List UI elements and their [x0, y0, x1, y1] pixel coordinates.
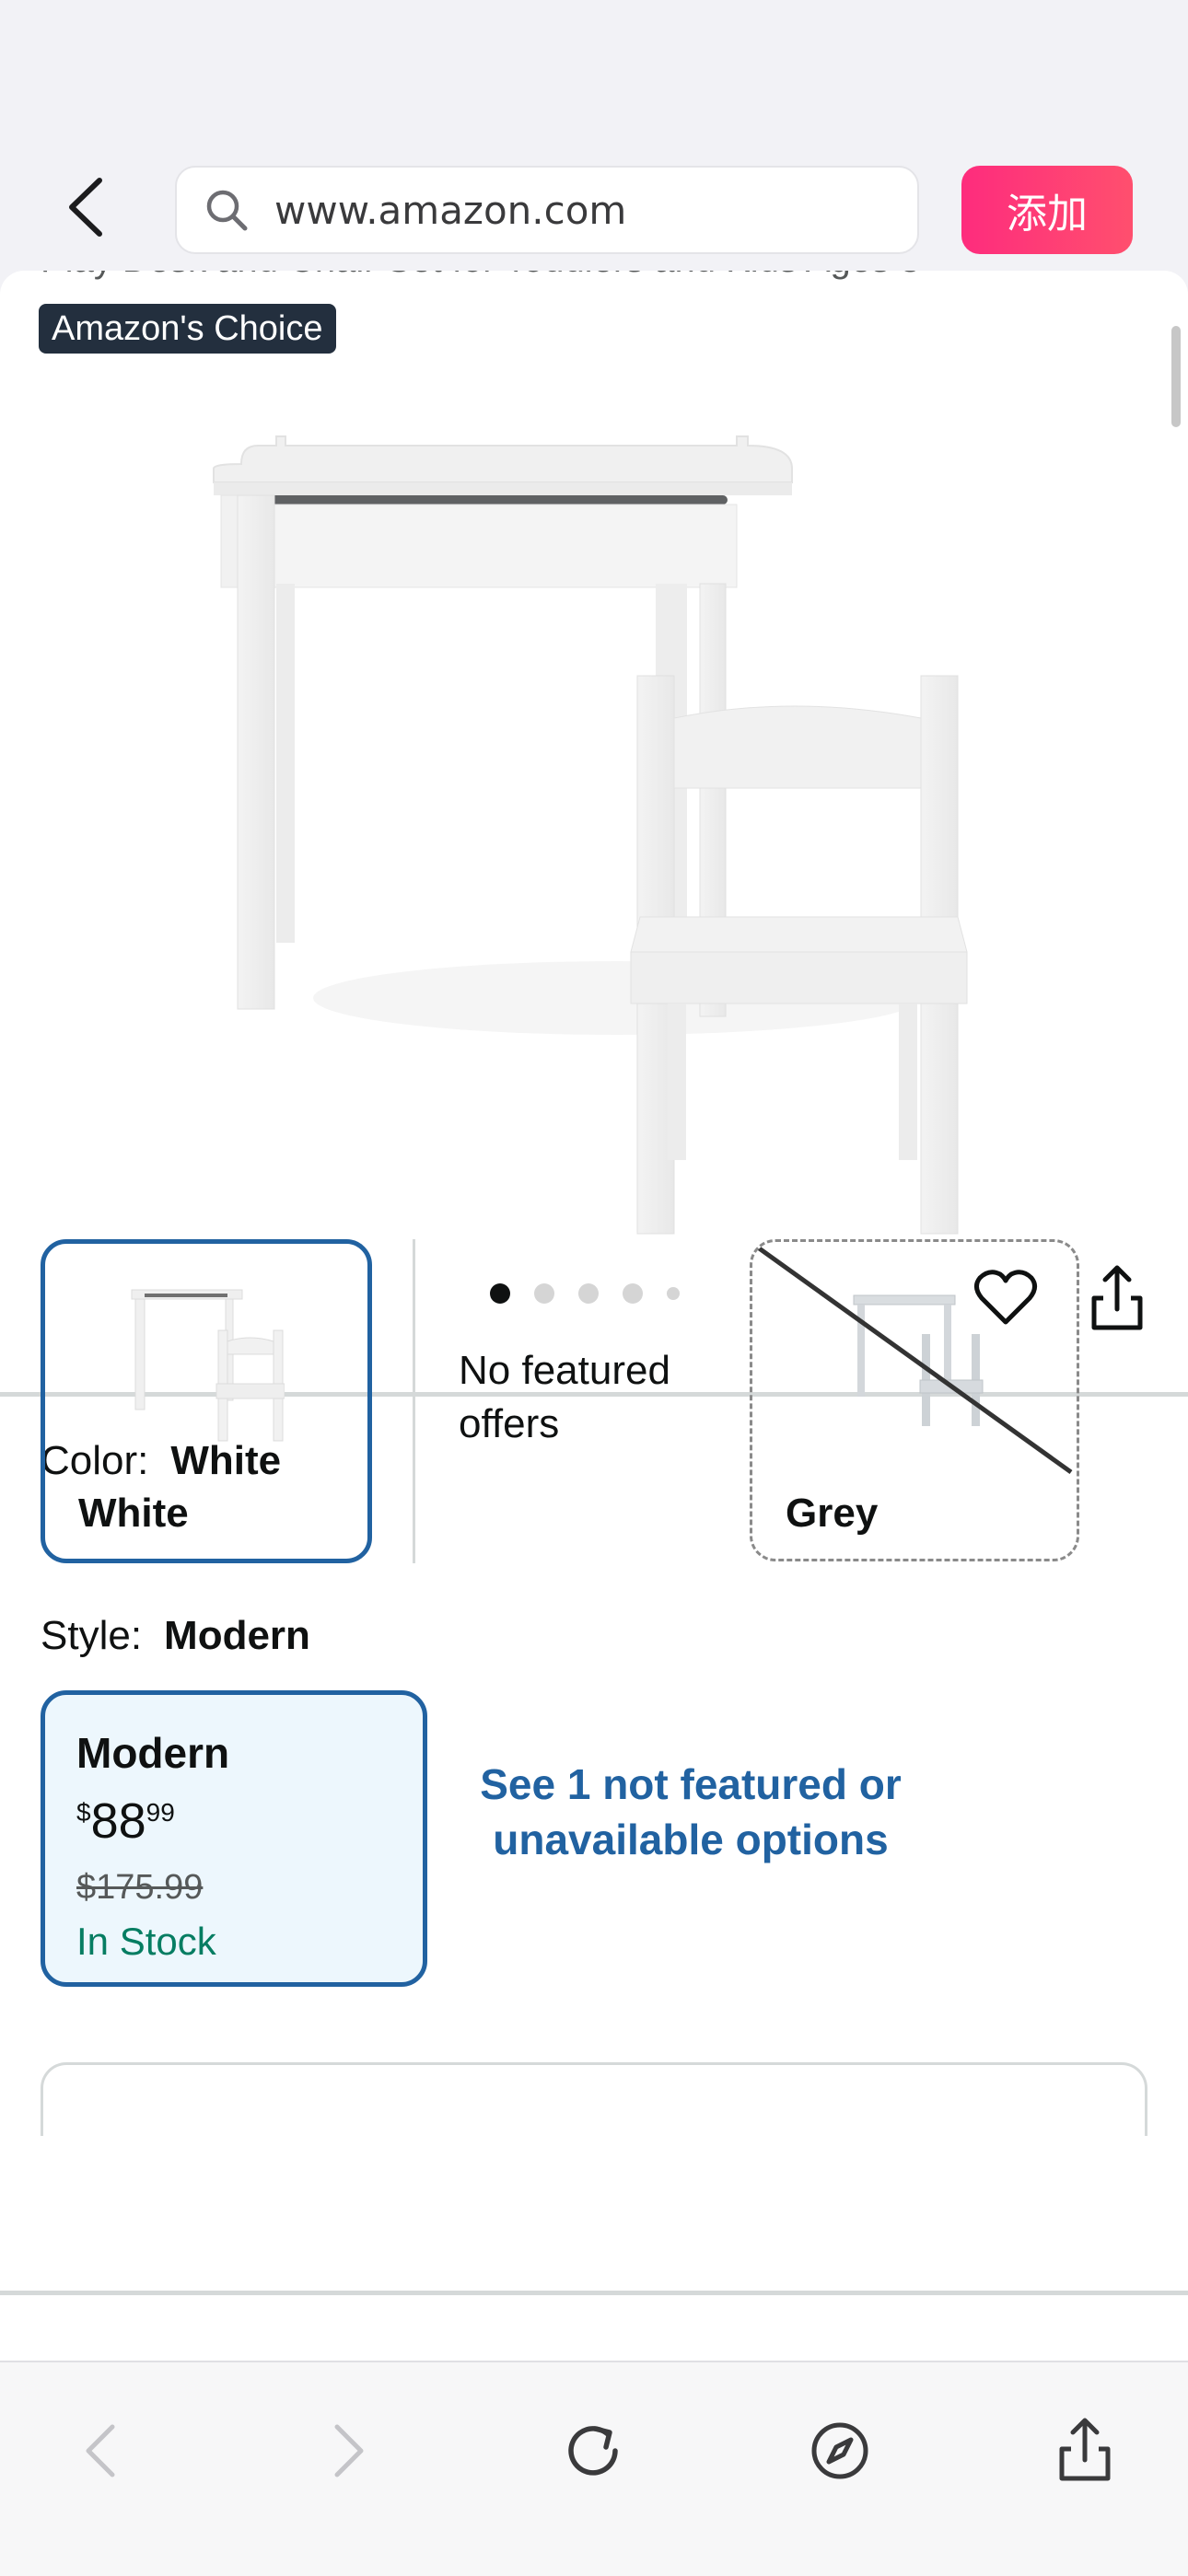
style-option-modern[interactable]: Modern $8899 $175.99 In Stock: [41, 1690, 427, 1987]
carousel-dot[interactable]: [667, 1287, 680, 1300]
see-unavailable-options-link[interactable]: See 1 not featured or unavailable option…: [479, 1757, 903, 1867]
style-label: Style:: [41, 1613, 143, 1658]
add-button[interactable]: 添加: [961, 166, 1133, 254]
price-currency: $: [76, 1798, 91, 1827]
style-option-name: Modern: [76, 1729, 230, 1777]
style-selected-value: Modern: [164, 1613, 310, 1658]
browser-bottom-toolbar: [0, 2361, 1188, 2576]
carousel-dot[interactable]: [578, 1283, 599, 1304]
share-icon[interactable]: [1087, 1263, 1147, 1333]
color-swatch-grey[interactable]: Grey: [750, 1239, 1079, 1561]
compass-icon: [811, 2422, 868, 2479]
reload-icon: [568, 2426, 618, 2476]
section-divider: [0, 2291, 1188, 2295]
style-label-row: Style: Modern: [41, 1613, 310, 1659]
amazons-choice-badge: Amazon's Choice: [39, 304, 336, 354]
price-fraction: 99: [146, 1798, 175, 1827]
chevron-left-icon: [69, 178, 102, 237]
no-featured-offers-text: No featured offers: [459, 1348, 670, 1446]
vertical-separator: [413, 1239, 415, 1563]
search-icon: [206, 190, 248, 231]
share-icon: [1059, 2418, 1111, 2481]
price-whole: 88: [90, 1793, 146, 1849]
nav-back-button[interactable]: [66, 2418, 133, 2484]
carousel-dot[interactable]: [534, 1283, 554, 1304]
image-carousel-dots[interactable]: [490, 1283, 680, 1304]
swatch-label-grey: Grey: [786, 1491, 879, 1536]
url-text: www.amazon.com: [274, 187, 627, 233]
back-button[interactable]: [55, 170, 114, 244]
share-bottom-button[interactable]: [1052, 2418, 1118, 2484]
next-section-card: [41, 2062, 1147, 2136]
product-title[interactable]: Play Desk and Chair Set for Toddlers and…: [41, 271, 942, 281]
reload-button[interactable]: [560, 2418, 626, 2484]
list-price: $175.99: [76, 1868, 204, 1907]
scrollbar[interactable]: [1171, 326, 1181, 427]
availability-status: In Stock: [76, 1920, 216, 1963]
arrow-right-icon: [334, 2424, 364, 2477]
white-swatch-thumbnail: [131, 1289, 285, 1442]
swatch-label-white: White: [78, 1491, 189, 1536]
carousel-dot[interactable]: [623, 1283, 643, 1304]
nav-forward-button[interactable]: [317, 2418, 383, 2484]
style-option-price: $8899: [76, 1793, 175, 1850]
arrow-left-icon: [86, 2424, 115, 2477]
url-bar[interactable]: www.amazon.com: [175, 166, 919, 254]
carousel-dot[interactable]: [490, 1283, 510, 1304]
color-swatch-white[interactable]: White: [41, 1239, 372, 1563]
explore-button[interactable]: [807, 2418, 873, 2484]
